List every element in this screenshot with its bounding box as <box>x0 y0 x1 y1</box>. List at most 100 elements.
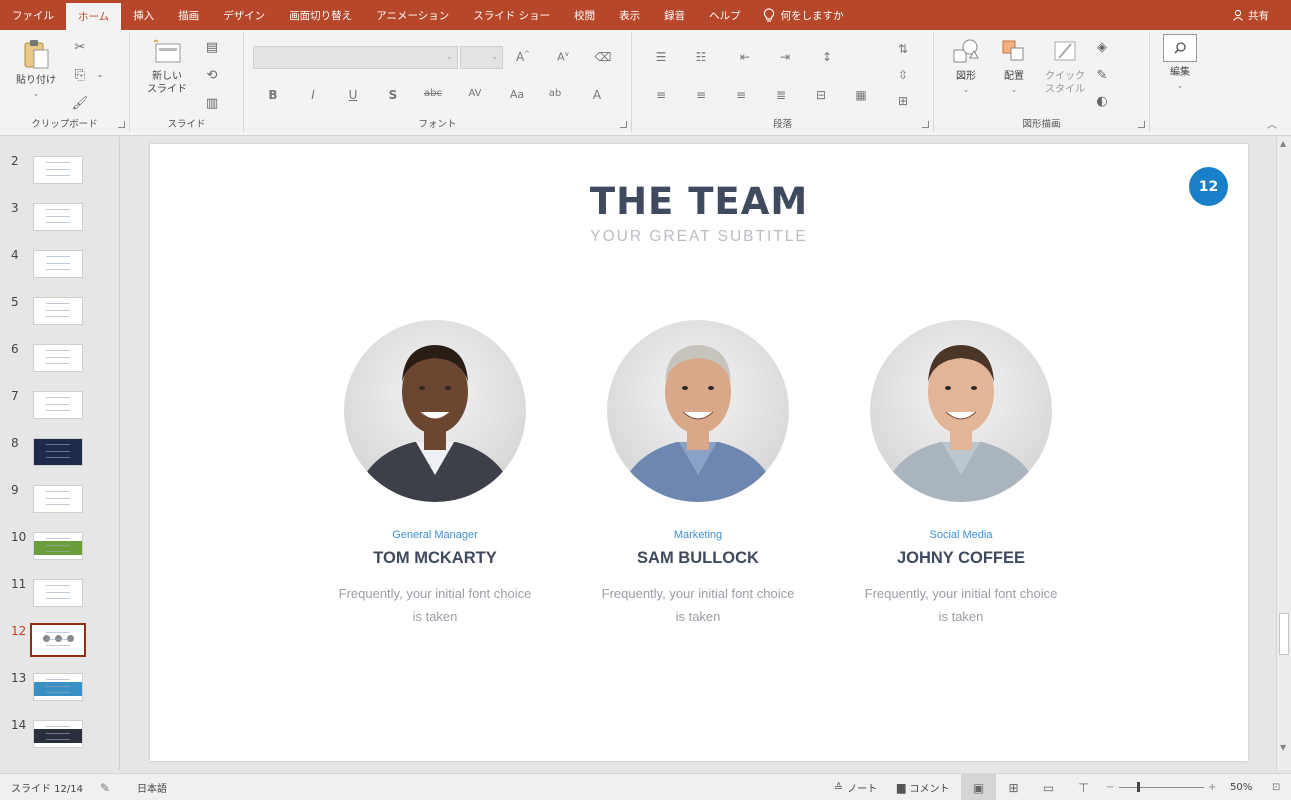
zoom-out-icon[interactable]: − <box>1106 774 1114 800</box>
clipboard-launcher[interactable] <box>118 121 125 128</box>
vertical-scrollbar[interactable]: ▲ ▼ <box>1276 137 1291 770</box>
comments-button[interactable]: ▆ コメント <box>897 774 949 800</box>
distribute-icon[interactable]: ⊟ <box>810 88 832 102</box>
format-painter-icon[interactable]: 🖌 <box>70 96 90 111</box>
increase-font-icon[interactable]: A^ <box>512 50 534 64</box>
member-role[interactable]: General Manager <box>305 529 565 541</box>
slide-thumbnail[interactable]: 8 <box>0 436 119 472</box>
cut-icon[interactable]: ✂ <box>70 40 90 55</box>
tab-slideshow[interactable]: スライド ショー <box>461 0 562 30</box>
slide-thumbnail[interactable]: 3 <box>0 201 119 237</box>
tab-insert[interactable]: 挿入 <box>121 0 166 30</box>
tab-animations[interactable]: アニメーション <box>364 0 461 30</box>
spellcheck-icon[interactable]: ✎ <box>100 774 110 800</box>
member-photo[interactable] <box>344 320 526 502</box>
tab-design[interactable]: デザイン <box>211 0 277 30</box>
tab-transitions[interactable]: 画面切り替え <box>277 0 364 30</box>
slide-thumbnail[interactable]: 9 <box>0 483 119 519</box>
tab-help[interactable]: ヘルプ <box>697 0 753 30</box>
slide-thumbnail[interactable]: 6 <box>0 342 119 378</box>
text-direction-icon[interactable]: ⇅ <box>892 42 914 56</box>
member-description[interactable]: Frequently, your initial font choice is … <box>568 582 828 628</box>
slide-thumbnail-preview[interactable] <box>33 344 83 372</box>
decrease-indent-icon[interactable]: ⇤ <box>734 50 756 64</box>
tab-view[interactable]: 表示 <box>607 0 652 30</box>
copy-dropdown[interactable]: ⌄ <box>90 70 110 79</box>
member-role[interactable]: Marketing <box>568 529 828 541</box>
member-name[interactable]: SAM BULLOCK <box>568 549 828 568</box>
notes-button[interactable]: ≙ ノート <box>834 774 877 800</box>
outline-icon[interactable]: ✎ <box>1092 68 1112 83</box>
slide-thumbnail[interactable]: 10 <box>0 530 119 566</box>
share-button[interactable]: 共有 <box>1232 0 1269 30</box>
drawing-launcher[interactable] <box>1138 121 1145 128</box>
scroll-down-icon[interactable]: ▼ <box>1280 743 1286 752</box>
slide-thumbnail-preview[interactable] <box>33 156 83 184</box>
justify-icon[interactable]: ≣ <box>770 88 792 102</box>
member-description[interactable]: Frequently, your initial font choice is … <box>305 582 565 628</box>
zoom-in-icon[interactable]: + <box>1208 774 1216 800</box>
slideshow-view-icon[interactable]: ⊤ <box>1066 774 1101 800</box>
member-description[interactable]: Frequently, your initial font choice is … <box>831 582 1091 628</box>
zoom-slider-handle[interactable] <box>1137 782 1140 792</box>
slide-thumbnail-preview[interactable] <box>33 297 83 325</box>
align-text-icon[interactable]: ⇳ <box>892 68 914 82</box>
tab-review[interactable]: 校閲 <box>562 0 607 30</box>
slide-thumbnail[interactable]: 11 <box>0 577 119 613</box>
shadow-icon[interactable]: S <box>382 88 404 102</box>
normal-view-icon[interactable]: ▣ <box>961 774 996 800</box>
slide-thumbnail[interactable]: 4 <box>0 248 119 284</box>
member-name[interactable]: JOHNY COFFEE <box>831 549 1091 568</box>
align-left-icon[interactable]: ≡ <box>650 88 672 102</box>
font-launcher[interactable] <box>620 121 627 128</box>
slide-thumbnail-preview[interactable] <box>33 720 83 748</box>
zoom-slider-track[interactable] <box>1119 787 1204 788</box>
slide-thumbnail-preview[interactable] <box>33 673 83 701</box>
effects-icon[interactable]: ◐ <box>1092 94 1112 109</box>
arrange-button[interactable]: 配置 ⌄ <box>994 38 1034 96</box>
numbering-icon[interactable]: ☷ <box>690 50 712 64</box>
font-size-combo[interactable]: ⌄ <box>460 46 503 69</box>
spacing-icon[interactable]: AV <box>464 88 486 99</box>
member-photo[interactable] <box>870 320 1052 502</box>
tab-home[interactable]: ホーム <box>66 3 122 30</box>
slide-thumbnail-preview[interactable] <box>30 623 86 657</box>
slide-title[interactable]: THE TEAM <box>150 180 1248 223</box>
align-center-icon[interactable]: ≡ <box>690 88 712 102</box>
slide-sorter-icon[interactable]: ⊞ <box>996 774 1031 800</box>
slide[interactable]: THE TEAM YOUR GREAT SUBTITLE 12 General … <box>150 144 1248 761</box>
slide-subtitle[interactable]: YOUR GREAT SUBTITLE <box>150 228 1248 246</box>
tab-file[interactable]: ファイル <box>0 0 66 30</box>
slide-thumbnail-preview[interactable] <box>33 485 83 513</box>
align-right-icon[interactable]: ≡ <box>730 88 752 102</box>
member-photo[interactable] <box>607 320 789 502</box>
slide-thumbnail-preview[interactable] <box>33 203 83 231</box>
smartart-icon[interactable]: ⊞ <box>892 94 914 108</box>
quick-styles-button[interactable]: クイック スタイル <box>1040 38 1090 96</box>
font-name-combo[interactable]: ⌄ <box>253 46 458 69</box>
clear-format-icon[interactable]: ⌫ <box>592 50 614 64</box>
highlight-icon[interactable]: ab <box>544 88 566 99</box>
reset-icon[interactable]: ⟲ <box>202 68 222 83</box>
layout-icon[interactable]: ▤ <box>202 40 222 55</box>
bullets-icon[interactable]: ☰ <box>650 50 672 64</box>
slide-thumbnail-preview[interactable] <box>33 438 83 466</box>
slide-thumbnail-preview[interactable] <box>33 391 83 419</box>
slide-thumbnail[interactable]: 2 <box>0 154 119 190</box>
paragraph-launcher[interactable] <box>922 121 929 128</box>
slide-thumbnail-preview[interactable] <box>33 579 83 607</box>
font-color-icon[interactable]: A <box>586 88 608 102</box>
section-icon[interactable]: ▥ <box>202 96 222 111</box>
slide-thumbnail-preview[interactable] <box>33 250 83 278</box>
line-spacing-icon[interactable]: ↕ <box>816 50 838 64</box>
scroll-up-icon[interactable]: ▲ <box>1280 139 1286 148</box>
tab-record[interactable]: 録音 <box>652 0 697 30</box>
tell-me-box[interactable]: 何をしますか <box>753 0 854 30</box>
zoom-level[interactable]: 50% <box>1230 774 1252 800</box>
member-name[interactable]: TOM MCKARTY <box>305 549 565 568</box>
collapse-ribbon-icon[interactable]: ︿ <box>1267 116 1277 131</box>
columns-icon[interactable]: ▦ <box>850 88 872 102</box>
slide-thumbnail[interactable]: 13 <box>0 671 119 707</box>
fit-to-window-icon[interactable]: ⊡ <box>1272 774 1280 800</box>
copy-icon[interactable]: ⎘ <box>70 68 90 83</box>
